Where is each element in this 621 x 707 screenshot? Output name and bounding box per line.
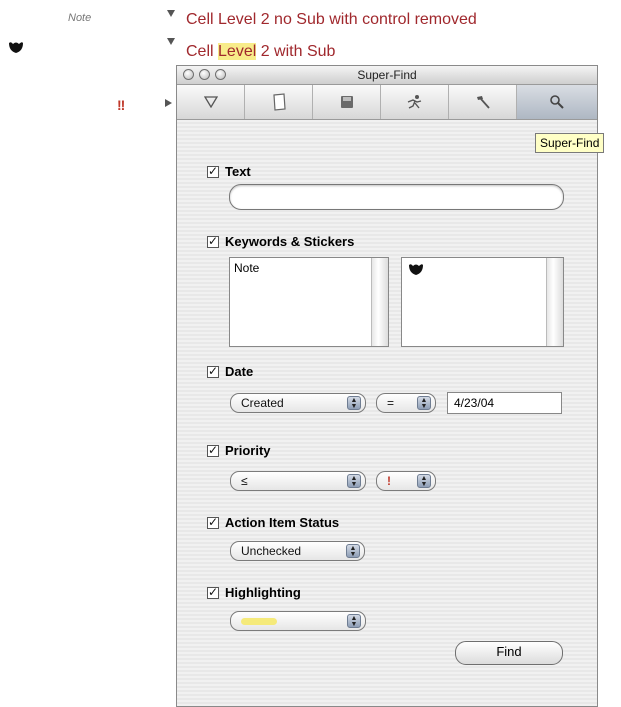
keyword-item-note[interactable]: Note bbox=[230, 258, 388, 278]
text-label: Text bbox=[225, 164, 251, 180]
hammer-tool-button[interactable] bbox=[449, 85, 517, 119]
date-value-field[interactable]: 4/23/04 bbox=[447, 392, 562, 414]
collapsed-triangle-icon[interactable] bbox=[165, 99, 172, 107]
hammer-icon bbox=[476, 96, 490, 109]
popup-arrows-icon: ▲ ▼ bbox=[347, 614, 361, 628]
save-tool-button[interactable] bbox=[313, 85, 381, 119]
note-keyword-tag: Note bbox=[68, 12, 92, 24]
text-section: Text bbox=[207, 163, 251, 181]
popup-arrows-icon: ▲ ▼ bbox=[417, 396, 431, 410]
disk-icon bbox=[340, 96, 353, 108]
highlight-color-popup[interactable]: ▲ ▼ bbox=[230, 611, 366, 631]
priority-operator-popup[interactable]: ≤ ▲ ▼ bbox=[230, 471, 366, 491]
priority-section: Priority bbox=[207, 442, 271, 460]
note-tool-button[interactable] bbox=[245, 85, 313, 119]
magnifier-icon bbox=[550, 95, 564, 109]
window-titlebar[interactable]: Super-Find bbox=[177, 66, 597, 85]
text-search-input[interactable] bbox=[229, 184, 564, 210]
run-tool-button[interactable] bbox=[381, 85, 449, 119]
action-section: Action Item Status bbox=[207, 514, 339, 532]
stickers-list[interactable] bbox=[401, 257, 564, 347]
date-operator-value: = bbox=[387, 396, 395, 410]
popup-arrows-icon: ▲ ▼ bbox=[417, 474, 431, 488]
sticker-icon[interactable] bbox=[408, 262, 424, 276]
priority-value: ! bbox=[387, 474, 391, 488]
stickers-scrollbar[interactable] bbox=[546, 258, 563, 346]
priority-badge: !! bbox=[117, 97, 125, 113]
disclosure-triangle-icon[interactable] bbox=[167, 10, 175, 17]
find-button[interactable]: Find bbox=[455, 641, 563, 665]
date-field-popup[interactable]: Created ▲ ▼ bbox=[230, 393, 366, 413]
keywords-list[interactable]: Note bbox=[229, 257, 389, 347]
priority-checkbox[interactable] bbox=[207, 443, 219, 457]
outline-row-1[interactable]: Cell Level 2 no Sub with control removed bbox=[186, 11, 477, 29]
date-label: Date bbox=[225, 364, 254, 380]
highlighting-label: Highlighting bbox=[225, 585, 301, 601]
minimize-button[interactable] bbox=[199, 69, 210, 80]
row-text-suffix: 2 with Sub bbox=[256, 43, 336, 60]
date-checkbox[interactable] bbox=[207, 364, 219, 378]
window-title: Super-Find bbox=[357, 68, 417, 82]
action-label: Action Item Status bbox=[225, 515, 340, 531]
toolbar bbox=[177, 85, 597, 120]
date-operator-popup[interactable]: = ▲ ▼ bbox=[376, 393, 436, 413]
priority-label: Priority bbox=[225, 443, 271, 459]
popup-arrows-icon: ▲ ▼ bbox=[347, 474, 361, 488]
priority-operator-value: ≤ bbox=[241, 474, 248, 488]
highlighted-word: Level bbox=[218, 43, 257, 60]
highlighting-section: Highlighting bbox=[207, 584, 301, 602]
runner-icon bbox=[407, 95, 421, 109]
highlight-color-swatch bbox=[241, 618, 277, 626]
find-tool-button[interactable] bbox=[517, 85, 597, 119]
priority-value-popup[interactable]: ! ▲ ▼ bbox=[376, 471, 436, 491]
super-find-tooltip: Super-Find bbox=[535, 133, 605, 153]
zoom-button[interactable] bbox=[215, 69, 226, 80]
action-checkbox[interactable] bbox=[207, 515, 219, 529]
popup-arrows-icon: ▲ ▼ bbox=[347, 396, 361, 410]
keywords-scrollbar[interactable] bbox=[371, 258, 388, 346]
disclosure-triangle-icon[interactable] bbox=[167, 38, 175, 45]
super-find-window: Super-Find Text Keywords & Stickers Note bbox=[176, 65, 598, 707]
keywords-section: Keywords & Stickers bbox=[207, 233, 354, 251]
outline-row-2[interactable]: Cell Level 2 with Sub bbox=[186, 43, 335, 61]
action-status-value: Unchecked bbox=[241, 544, 302, 558]
popup-arrows-icon: ▲ ▼ bbox=[346, 544, 360, 558]
date-section: Date bbox=[207, 363, 253, 381]
highlighting-checkbox[interactable] bbox=[207, 585, 219, 599]
text-checkbox[interactable] bbox=[207, 164, 219, 178]
keywords-label: Keywords & Stickers bbox=[225, 234, 355, 250]
keywords-checkbox[interactable] bbox=[207, 234, 219, 248]
sticker-icon bbox=[9, 42, 23, 53]
action-status-popup[interactable]: Unchecked ▲ ▼ bbox=[230, 541, 365, 561]
filter-tool-button[interactable] bbox=[177, 85, 245, 119]
close-button[interactable] bbox=[183, 69, 194, 80]
funnel-icon bbox=[203, 96, 218, 108]
date-field-value: Created bbox=[241, 396, 284, 410]
row-text-prefix: Cell bbox=[186, 43, 219, 60]
note-icon bbox=[272, 93, 286, 111]
